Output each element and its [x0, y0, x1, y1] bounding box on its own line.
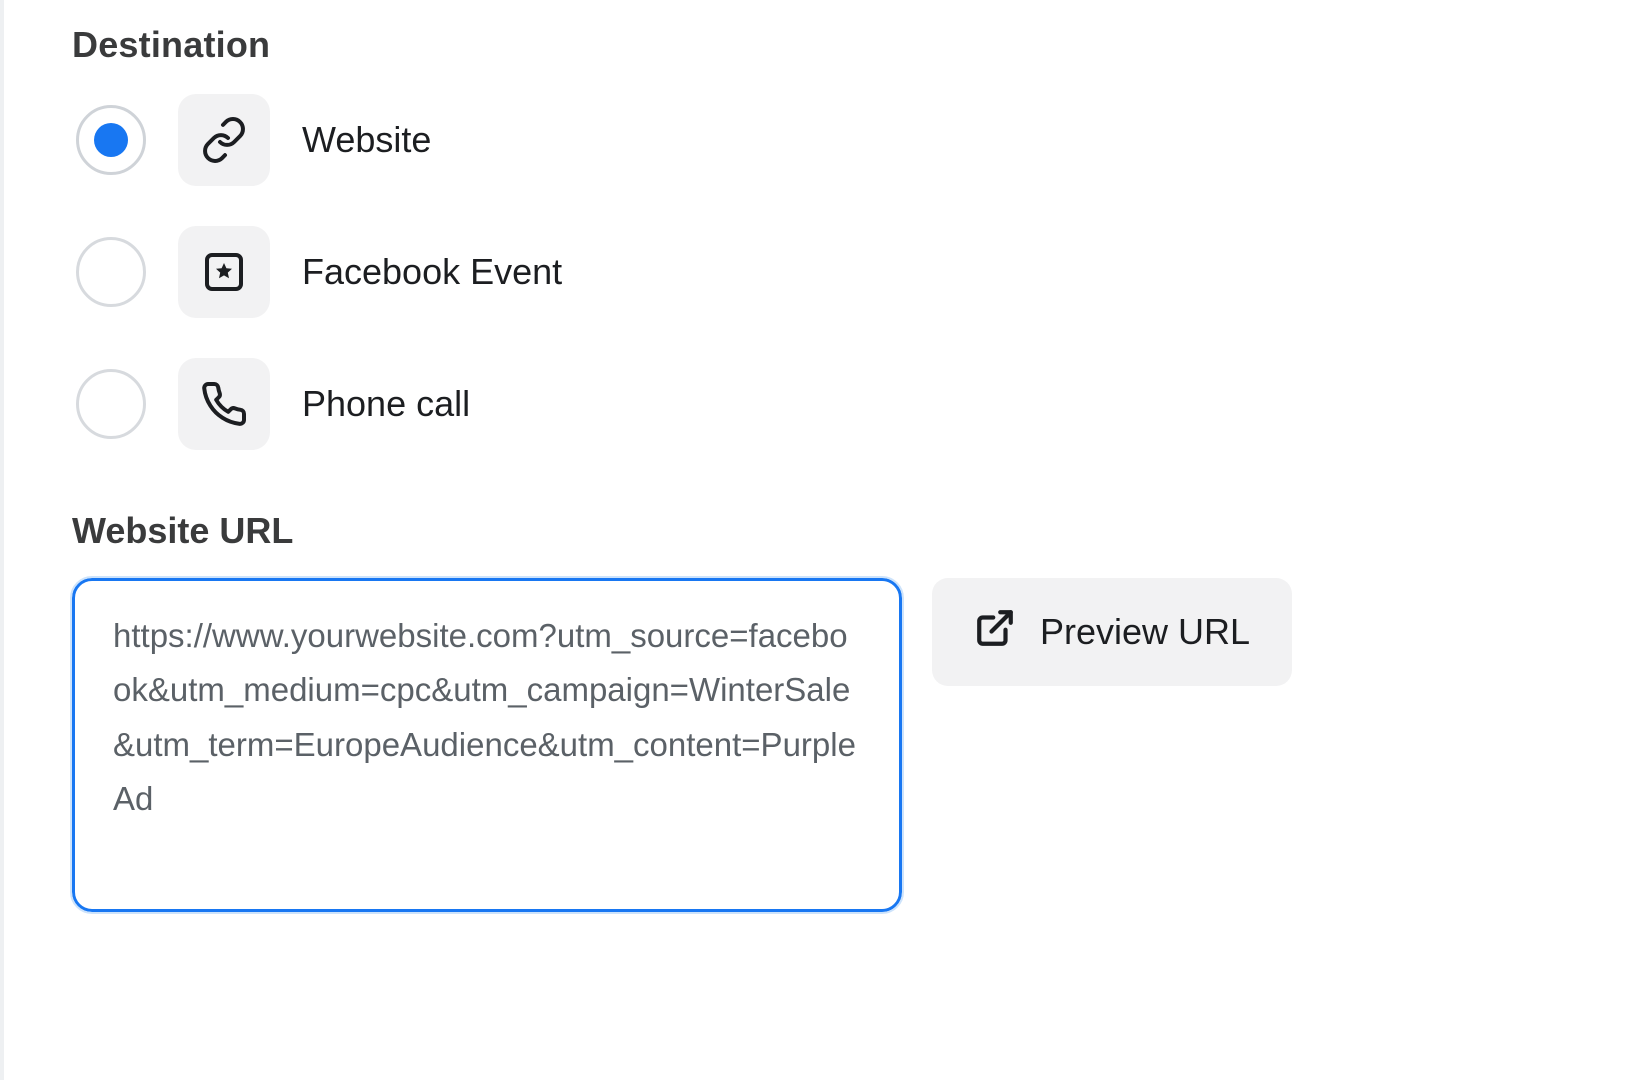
destination-option-phone-call[interactable]: Phone call [76, 358, 1652, 450]
link-icon [178, 94, 270, 186]
destination-option-website[interactable]: Website [76, 94, 1652, 186]
option-label-website: Website [302, 119, 431, 161]
option-label-facebook-event: Facebook Event [302, 251, 562, 293]
website-url-heading: Website URL [72, 510, 1652, 552]
option-label-phone-call: Phone call [302, 383, 470, 425]
destination-form: Destination Website [0, 0, 1652, 1080]
website-url-row: Preview URL [72, 578, 1652, 912]
radio-phone-call[interactable] [76, 369, 146, 439]
phone-icon [178, 358, 270, 450]
radio-dot [94, 123, 128, 157]
external-link-icon [974, 607, 1016, 658]
radio-facebook-event[interactable] [76, 237, 146, 307]
website-url-input[interactable] [72, 578, 902, 912]
preview-url-button[interactable]: Preview URL [932, 578, 1292, 686]
destination-options: Website Facebook Event Phone call [76, 94, 1652, 450]
event-icon [178, 226, 270, 318]
website-url-section: Website URL Preview URL [72, 510, 1652, 912]
destination-option-facebook-event[interactable]: Facebook Event [76, 226, 1652, 318]
preview-url-label: Preview URL [1040, 611, 1250, 653]
radio-website[interactable] [76, 105, 146, 175]
destination-heading: Destination [72, 24, 1652, 66]
